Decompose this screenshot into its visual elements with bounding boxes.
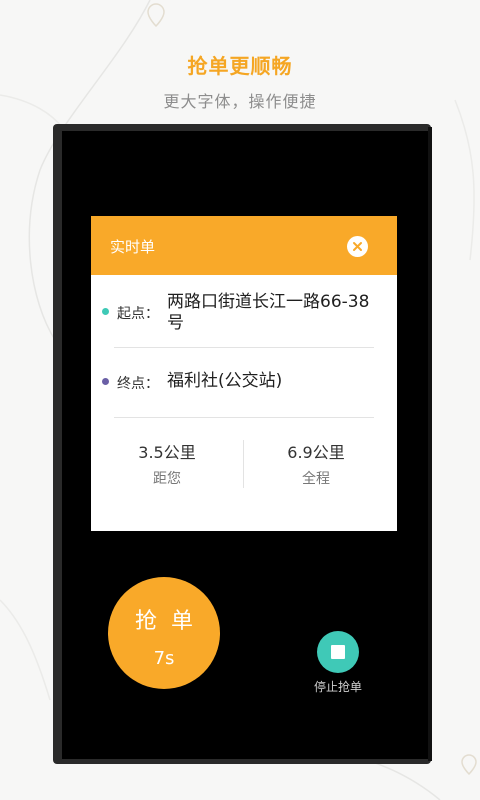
phone-side-edge	[428, 127, 432, 761]
end-label: 终点：	[117, 376, 159, 392]
order-card-title: 实时单	[110, 238, 156, 256]
end-dot-icon	[102, 378, 109, 385]
promo-headline: 抢单更顺畅	[187, 54, 293, 78]
grab-countdown: 7s	[153, 648, 175, 669]
map-pin-icon	[461, 754, 477, 776]
divider	[114, 417, 374, 418]
stop-grab-label: 停止抢单	[313, 680, 362, 694]
stop-icon	[331, 645, 345, 659]
order-card: 实时单 起点： 两路口街道长江一路66-38 号 终点： 福利社(公交站) 3.…	[91, 216, 397, 531]
distance-to-you-label: 距您	[153, 471, 181, 487]
close-icon	[353, 242, 362, 251]
order-card-header: 实时单	[91, 216, 397, 275]
total-distance-value: 6.9公里	[287, 443, 345, 462]
stats-divider	[243, 440, 244, 488]
grab-order-label: 抢单	[134, 609, 207, 634]
start-address-line2: 号	[167, 313, 184, 333]
end-address: 福利社(公交站)	[167, 371, 283, 391]
grab-order-button[interactable]: 抢单 7s	[108, 577, 220, 689]
map-pin-icon	[147, 3, 165, 28]
total-distance-label: 全程	[302, 471, 330, 487]
stop-grab-button[interactable]	[317, 631, 359, 673]
divider	[114, 347, 374, 348]
distance-to-you-value: 3.5公里	[138, 443, 196, 462]
start-address-line1: 两路口街道长江一路66-38	[167, 292, 370, 312]
start-label: 起点：	[117, 306, 159, 322]
start-dot-icon	[102, 308, 109, 315]
close-button[interactable]	[347, 236, 368, 257]
promo-subline: 更大字体，操作便捷	[163, 92, 317, 111]
